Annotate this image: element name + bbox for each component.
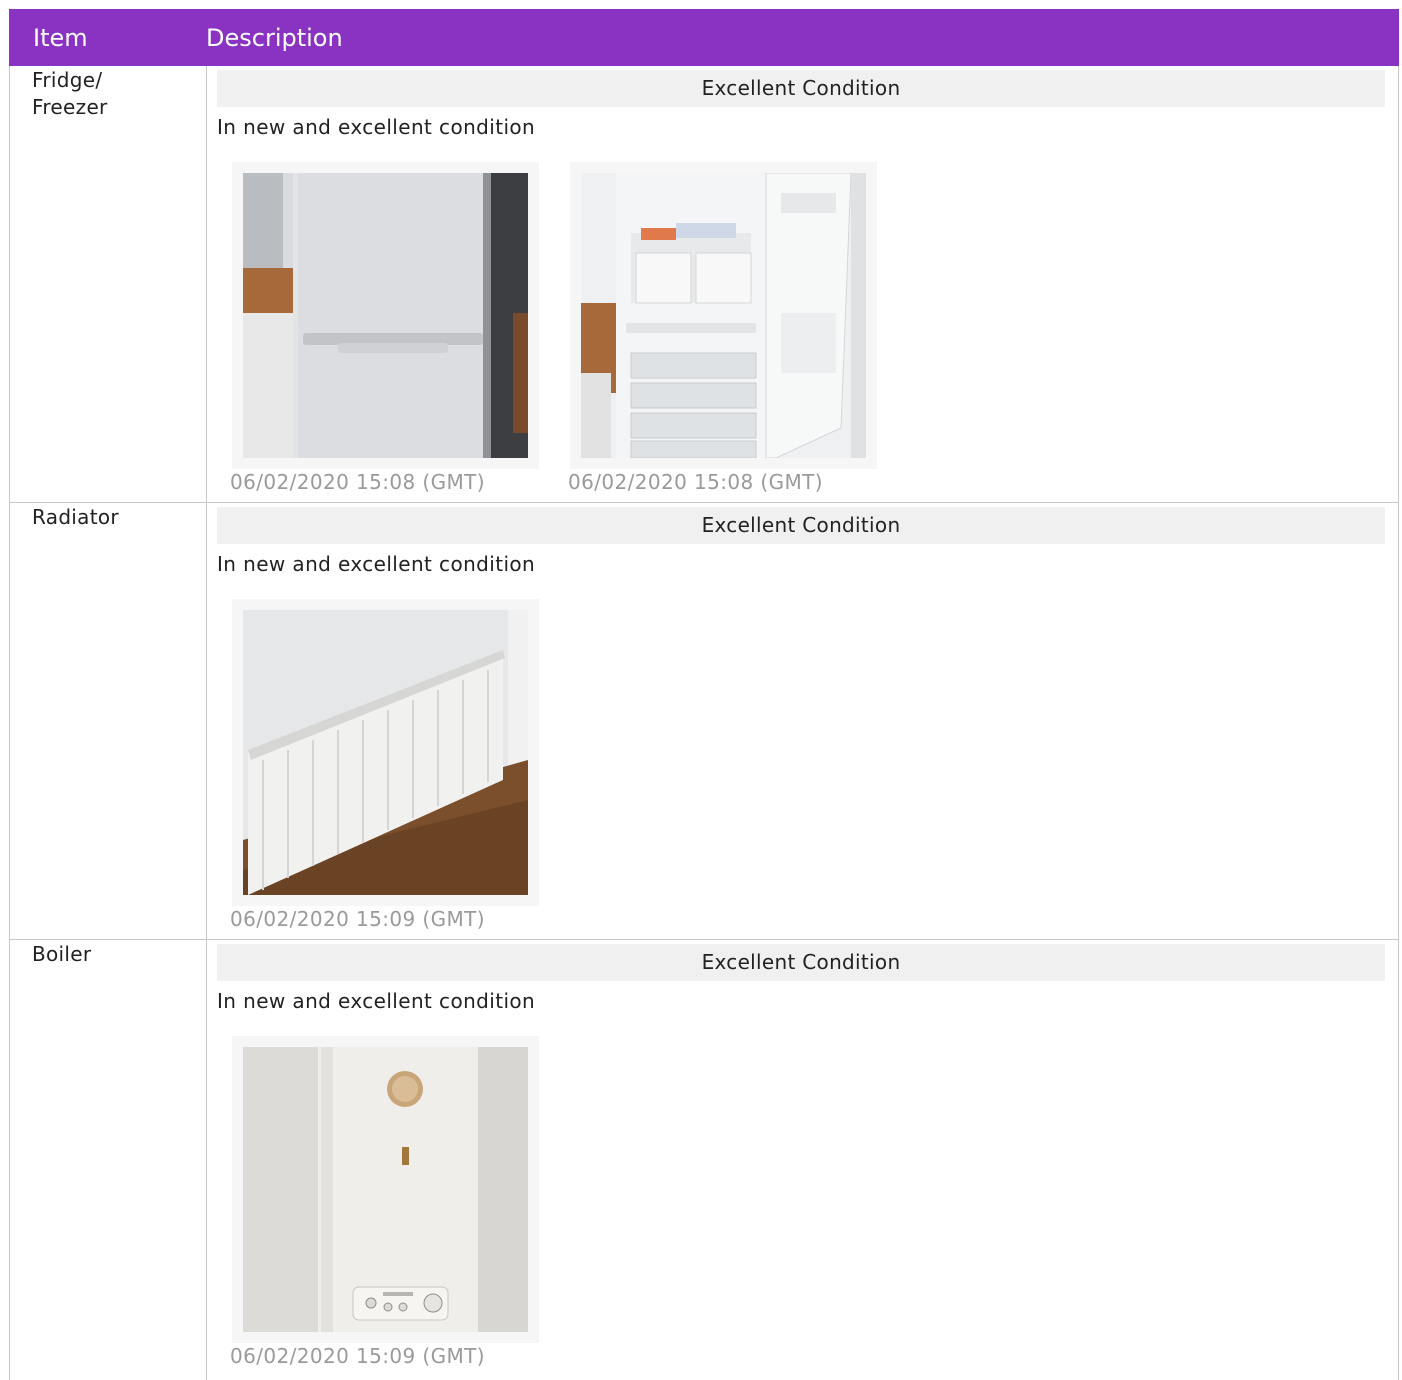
- photo-gallery: 06/02/2020 15:09 (GMT): [217, 599, 1385, 932]
- photo-gallery: 06/02/2020 15:09 (GMT): [217, 1036, 1385, 1369]
- photo-timestamp: 06/02/2020 15:09 (GMT): [230, 1344, 486, 1368]
- item-name: Boiler: [10, 940, 207, 1380]
- item-name: Fridge/ Freezer: [10, 66, 207, 502]
- photo-frame[interactable]: [232, 1036, 539, 1343]
- item-description: Excellent Condition In new and excellent…: [207, 66, 1398, 502]
- condition-bar: Excellent Condition: [217, 944, 1385, 981]
- radiator-photo[interactable]: [243, 610, 528, 895]
- item-name-line: Freezer: [32, 95, 108, 119]
- photo-timestamp: 06/02/2020 15:09 (GMT): [230, 907, 486, 931]
- boiler-photo[interactable]: [243, 1047, 528, 1332]
- item-description: Excellent Condition In new and excellent…: [207, 940, 1398, 1380]
- table-row: Radiator Excellent Condition In new and …: [9, 503, 1399, 940]
- table-row: Boiler Excellent Condition In new and ex…: [9, 940, 1399, 1380]
- item-description: Excellent Condition In new and excellent…: [207, 503, 1398, 939]
- photo-frame[interactable]: [570, 162, 877, 469]
- condition-bar: Excellent Condition: [217, 507, 1385, 544]
- photo-timestamp: 06/02/2020 15:08 (GMT): [568, 470, 824, 494]
- header-item: Item: [33, 23, 88, 52]
- photo-card[interactable]: 06/02/2020 15:08 (GMT): [230, 162, 539, 495]
- item-name-line: Fridge/: [32, 68, 103, 92]
- photo-card[interactable]: 06/02/2020 15:09 (GMT): [230, 1036, 539, 1369]
- condition-bar: Excellent Condition: [217, 70, 1385, 107]
- photo-frame[interactable]: [232, 599, 539, 906]
- photo-card[interactable]: 06/02/2020 15:09 (GMT): [230, 599, 539, 932]
- photo-card[interactable]: 06/02/2020 15:08 (GMT): [568, 162, 877, 495]
- photo-gallery: 06/02/2020 15:08 (GMT) 06/02/2020 15:08 …: [217, 162, 1385, 495]
- photo-frame[interactable]: [232, 162, 539, 469]
- photo-timestamp: 06/02/2020 15:08 (GMT): [230, 470, 486, 494]
- header-description: Description: [206, 23, 343, 52]
- inventory-table: Item Description Fridge/ Freezer Excelle…: [9, 9, 1399, 1380]
- table-row: Fridge/ Freezer Excellent Condition In n…: [9, 66, 1399, 503]
- fridge-closed-photo[interactable]: [243, 173, 528, 458]
- description-text: In new and excellent condition: [217, 552, 536, 576]
- fridge-open-photo[interactable]: [581, 173, 866, 458]
- description-text: In new and excellent condition: [217, 989, 536, 1013]
- description-text: In new and excellent condition: [217, 115, 536, 139]
- item-name: Radiator: [10, 503, 207, 939]
- table-header: Item Description: [9, 9, 1399, 66]
